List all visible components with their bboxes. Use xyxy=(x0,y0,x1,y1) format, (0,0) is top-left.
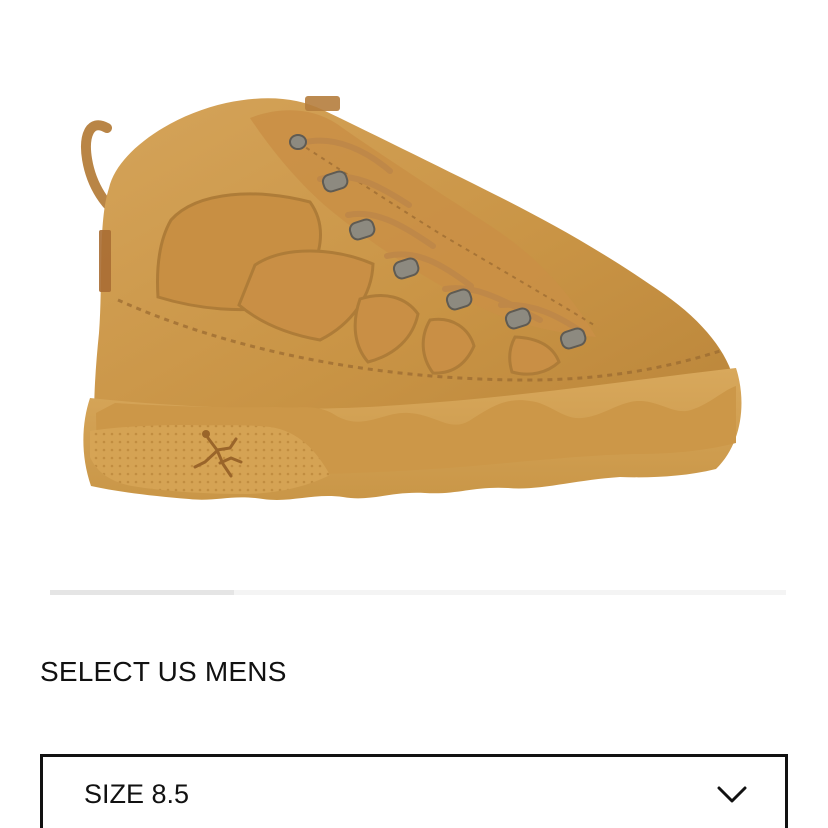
product-page: SELECT US MENS SIZE 8.5 xyxy=(0,0,828,828)
selected-size-value: SIZE 8.5 xyxy=(84,779,190,809)
boot-product-image xyxy=(81,96,742,500)
size-selector-heading: SELECT US MENS xyxy=(40,656,287,687)
carousel-progress-track[interactable] xyxy=(50,590,786,595)
carousel-progress-indicator xyxy=(50,590,234,595)
size-dropdown[interactable]: SIZE 8.5 xyxy=(40,754,788,828)
product-image xyxy=(60,70,770,530)
chevron-down-icon[interactable] xyxy=(717,785,747,805)
